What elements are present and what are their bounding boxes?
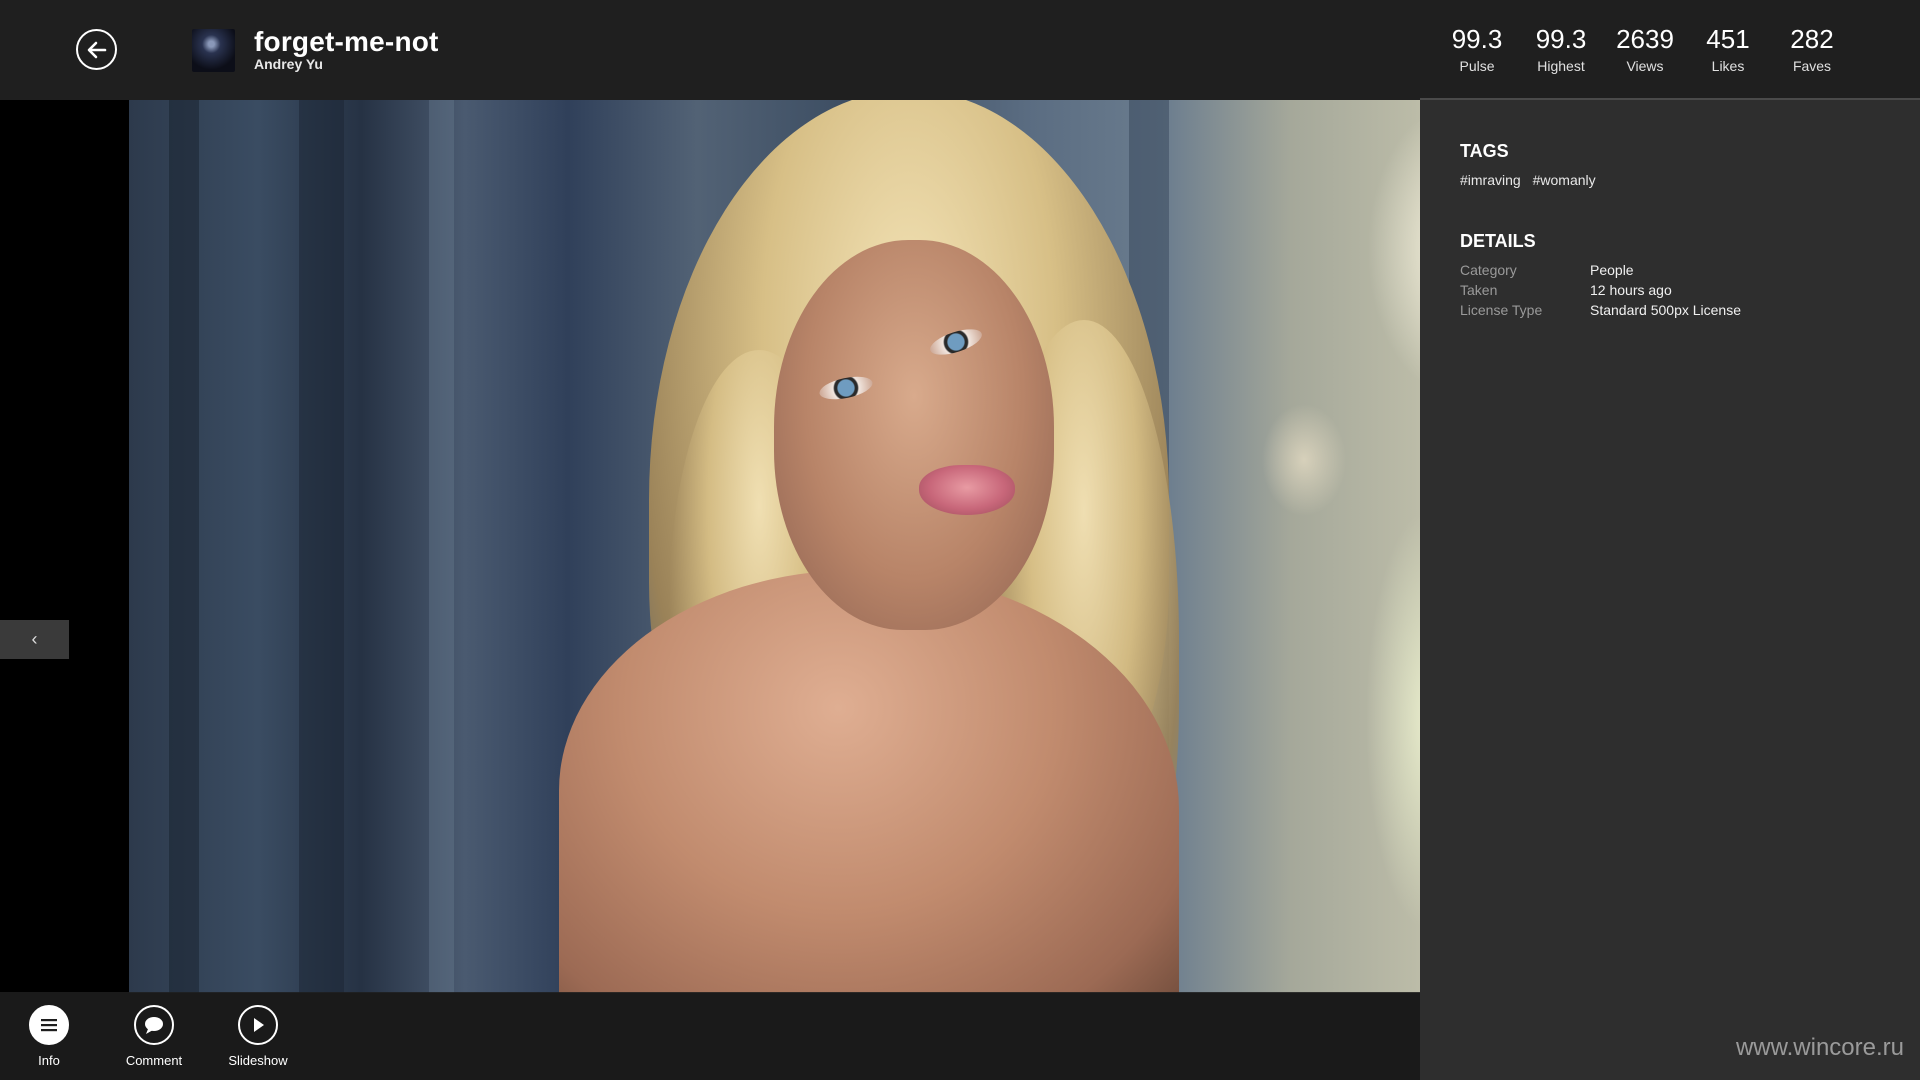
main-photo[interactable] <box>129 100 1420 993</box>
previous-photo-button[interactable]: ‹ <box>0 620 69 659</box>
stat-views: 2639 Views <box>1616 24 1674 74</box>
stat-pulse: 99.3 Pulse <box>1451 24 1503 74</box>
comment-icon <box>145 1017 163 1034</box>
slideshow-button[interactable]: Slideshow <box>213 1005 303 1068</box>
stats-bar: 99.3 Pulse 99.3 Highest 2639 Views 451 L… <box>1420 0 1920 100</box>
author-avatar[interactable] <box>192 29 235 72</box>
stat-highest: 99.3 Highest <box>1535 24 1587 74</box>
detail-row-category: Category People <box>1460 262 1634 278</box>
detail-row-taken: Taken 12 hours ago <box>1460 282 1672 298</box>
chevron-left-icon: ‹ <box>31 629 38 649</box>
stat-faves: 282 Faves <box>1790 24 1834 74</box>
comment-label: Comment <box>125 1053 183 1068</box>
list-icon <box>41 1019 57 1032</box>
info-button[interactable]: Info <box>4 1005 94 1068</box>
slideshow-label: Slideshow <box>228 1053 288 1068</box>
top-header: forget-me-not Andrey Yu <box>0 0 1420 100</box>
arrow-left-icon <box>87 41 106 58</box>
details-heading: DETAILS <box>1460 231 1536 251</box>
tag-link[interactable]: #imraving <box>1460 172 1521 188</box>
photo-viewer: ‹ <box>0 100 1420 1080</box>
tags-list: #imraving #womanly <box>1460 172 1604 188</box>
bottom-app-bar: Info Comment Slideshow <box>0 992 1420 1080</box>
watermark: www.wincore.ru <box>1735 1034 1904 1061</box>
comment-button[interactable]: Comment <box>109 1005 199 1068</box>
detail-row-license: License Type Standard 500px License <box>1460 302 1741 318</box>
info-label: Info <box>38 1053 60 1068</box>
tag-link[interactable]: #womanly <box>1533 172 1596 188</box>
tags-heading: TAGS <box>1460 141 1509 161</box>
back-button[interactable] <box>76 29 117 70</box>
info-panel: 99.3 Pulse 99.3 Highest 2639 Views 451 L… <box>1420 0 1920 1080</box>
stat-likes: 451 Likes <box>1706 24 1750 74</box>
photo-title: forget-me-not <box>254 26 439 57</box>
author-name[interactable]: Andrey Yu <box>254 56 323 72</box>
play-icon <box>254 1018 264 1032</box>
